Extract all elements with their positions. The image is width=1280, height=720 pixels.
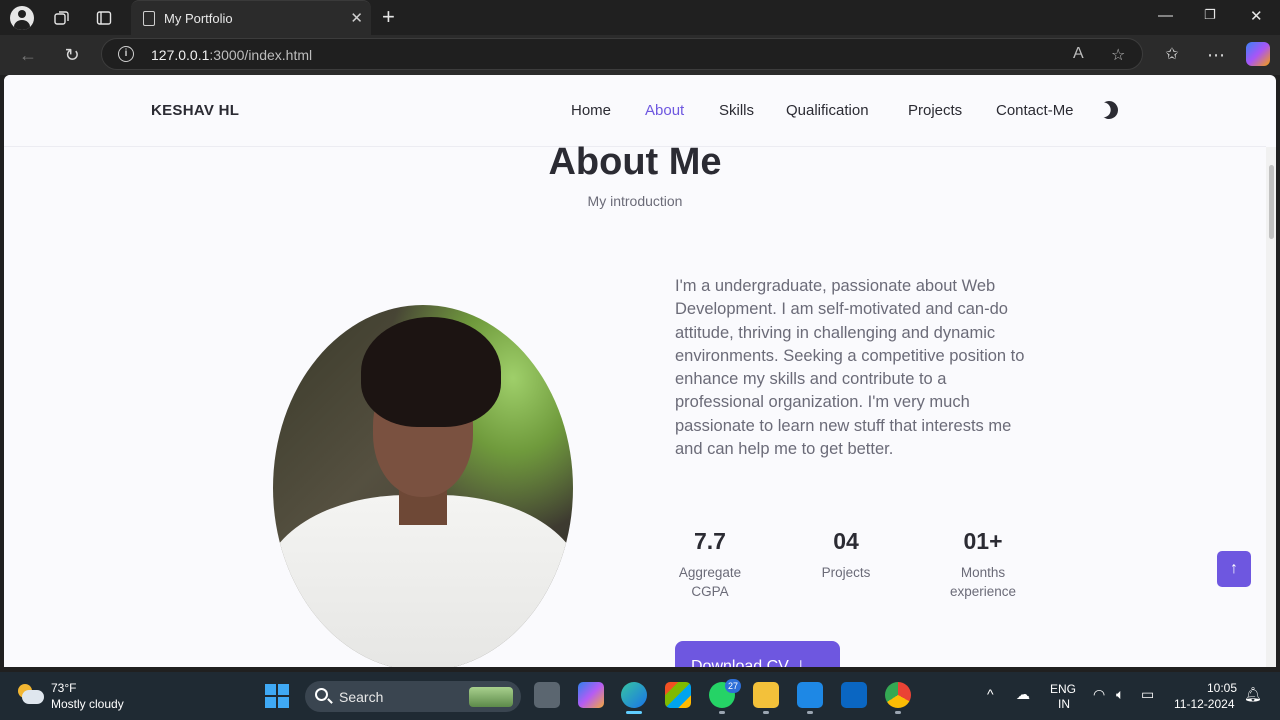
clock-date[interactable]: 11-12-2024	[1174, 697, 1235, 711]
browser-toolbar: ← ↻ i 127.0.0.1:3000/index.html A ☆ ✩ ⋯	[0, 35, 1280, 75]
stat-projects: 04 Projects	[791, 528, 901, 582]
scroll-up-button[interactable]: ↑	[1217, 551, 1251, 587]
search-highlight-image	[469, 687, 513, 707]
stat-label: Aggregate CGPA	[678, 565, 742, 599]
taskbar: 73°F Mostly cloudy Search 27 ^ ☁ ENG IN …	[0, 672, 1280, 720]
address-bar[interactable]: i 127.0.0.1:3000/index.html A ☆	[101, 38, 1143, 70]
stat-experience: 01+ Months experience	[928, 528, 1038, 601]
close-tab-icon[interactable]: ✕	[350, 9, 363, 27]
stat-value: 7.7	[694, 528, 726, 554]
back-icon[interactable]: ←	[16, 43, 40, 67]
download-cv-button[interactable]: Download CV ⤓	[675, 641, 840, 667]
weather-cloud-icon[interactable]	[16, 684, 44, 704]
tray-overflow-chevron-up-icon[interactable]: ^	[987, 686, 994, 702]
onedrive-cloud-icon[interactable]: ☁	[1016, 686, 1030, 703]
clock-time[interactable]: 10:05	[1207, 681, 1237, 695]
language-code[interactable]: ENG	[1050, 682, 1076, 696]
stat-value: 01+	[963, 528, 1003, 554]
windows-start-icon[interactable]	[265, 684, 289, 708]
favorites-icon[interactable]: ✩	[1160, 43, 1184, 67]
weather-condition[interactable]: Mostly cloudy	[51, 697, 124, 711]
nav-skills[interactable]: Skills	[719, 102, 754, 119]
vscode-icon[interactable]	[797, 682, 823, 708]
nav-contact[interactable]: Contact-Me	[996, 102, 1074, 119]
linkedin-icon[interactable]	[841, 682, 867, 708]
download-icon: ⤓	[797, 658, 805, 667]
edge-icon[interactable]	[621, 682, 647, 708]
read-aloud-icon[interactable]: A	[1073, 45, 1084, 63]
favorite-star-icon[interactable]: ☆	[1111, 45, 1125, 65]
tab-title: My Portfolio	[164, 11, 233, 26]
more-menu-icon[interactable]: ⋯	[1204, 43, 1228, 67]
task-view-icon[interactable]	[534, 682, 560, 708]
file-explorer-icon[interactable]	[753, 682, 779, 708]
edge-active-indicator	[626, 711, 642, 714]
new-tab-icon[interactable]: +	[382, 5, 395, 29]
stat-label: Months experience	[949, 565, 1017, 599]
close-window-icon[interactable]: ✕	[1250, 7, 1263, 25]
wifi-icon[interactable]: ◠	[1093, 686, 1105, 703]
refresh-icon[interactable]: ↻	[60, 43, 84, 67]
section-title: About Me	[548, 141, 722, 183]
chrome-open-indicator	[895, 711, 901, 714]
nav-qualification[interactable]: Qualification	[786, 102, 869, 119]
stat-label: Projects	[821, 565, 871, 580]
workspaces-icon[interactable]	[49, 5, 75, 31]
browser-tab[interactable]: My Portfolio ✕	[131, 0, 371, 35]
store-icon[interactable]	[665, 682, 691, 708]
whatsapp-badge: 27	[725, 679, 741, 693]
search-icon	[315, 688, 328, 701]
page-scrollbar[interactable]	[1266, 147, 1276, 667]
minimize-icon[interactable]: —	[1158, 7, 1173, 24]
browser-titlebar: My Portfolio ✕ + — ❐ ✕	[0, 0, 1280, 35]
volume-icon[interactable]: 🔈︎	[1116, 686, 1124, 703]
chrome-icon[interactable]	[885, 682, 911, 708]
vscode-open-indicator	[807, 711, 813, 714]
profile-photo	[273, 305, 573, 667]
url-text[interactable]: 127.0.0.1:3000/index.html	[151, 47, 312, 63]
scrollbar-thumb[interactable]	[1269, 165, 1274, 239]
site-logo[interactable]: KESHAV HL	[151, 102, 239, 119]
whatsapp-open-indicator	[719, 711, 725, 714]
language-region[interactable]: IN	[1058, 697, 1070, 711]
weather-temperature[interactable]: 73°F	[51, 681, 76, 695]
copilot-app-icon[interactable]	[578, 682, 604, 708]
tab-actions-icon[interactable]	[91, 5, 117, 31]
stat-cgpa: 7.7 Aggregate CGPA	[655, 528, 765, 601]
profile-icon[interactable]	[9, 5, 35, 31]
site-info-icon[interactable]: i	[118, 46, 134, 62]
explorer-open-indicator	[763, 711, 769, 714]
page-viewport: KESHAV HL Home About Skills Qualificatio…	[4, 75, 1276, 667]
page-icon	[143, 11, 155, 26]
copilot-icon[interactable]	[1246, 42, 1270, 66]
about-description: I'm a undergraduate, passionate about We…	[675, 277, 1025, 459]
taskbar-search[interactable]: Search	[305, 681, 521, 712]
download-cv-label: Download CV	[691, 658, 789, 667]
restore-icon[interactable]: ❐	[1204, 7, 1216, 23]
notification-bell-icon[interactable]: 🔔︎	[1244, 686, 1262, 703]
section-subtitle: My introduction	[587, 193, 683, 209]
nav-about[interactable]: About	[645, 102, 684, 119]
stat-value: 04	[833, 528, 859, 554]
site-header: KESHAV HL Home About Skills Qualificatio…	[4, 75, 1266, 147]
nav-home[interactable]: Home	[571, 102, 611, 119]
battery-icon[interactable]: ▭	[1141, 686, 1154, 703]
search-label: Search	[339, 689, 384, 705]
theme-toggle-moon-icon[interactable]	[1097, 98, 1122, 123]
nav-projects[interactable]: Projects	[908, 102, 962, 119]
